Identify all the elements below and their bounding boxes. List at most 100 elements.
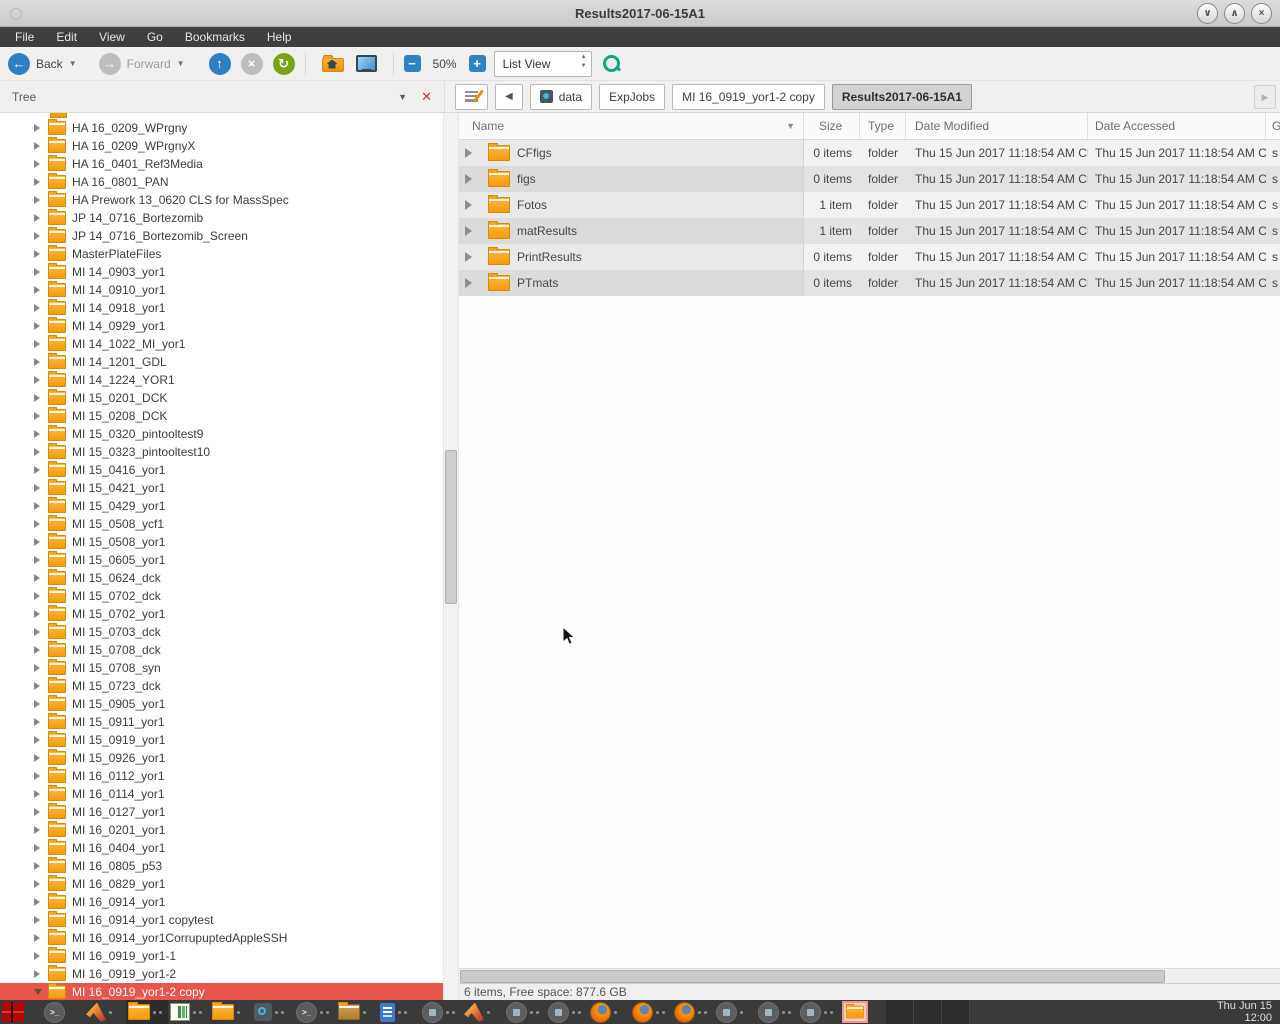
- tree-item[interactable]: MI 15_0429_yor1: [0, 497, 443, 515]
- tree-item[interactable]: MI 14_0918_yor1: [0, 299, 443, 317]
- tree-item[interactable]: MI 15_0323_pintooltest10: [0, 443, 443, 461]
- tree-item-selected[interactable]: MI 16_0919_yor1-2 copy: [0, 983, 443, 1001]
- expander-icon[interactable]: [34, 916, 42, 924]
- menu-item-view[interactable]: View: [88, 27, 136, 47]
- table-row[interactable]: Fotos1 itemfolderThu 15 Jun 2017 11:18:5…: [459, 192, 1280, 218]
- tree-item[interactable]: MI 16_0127_yor1: [0, 803, 443, 821]
- expander-icon[interactable]: [34, 862, 42, 870]
- expander-icon[interactable]: [34, 376, 42, 384]
- expander-icon[interactable]: [34, 232, 42, 240]
- taskbar-item[interactable]: [0, 1000, 42, 1024]
- taskbar-item[interactable]: [84, 1000, 126, 1024]
- menu-item-edit[interactable]: Edit: [45, 27, 88, 47]
- expander-icon[interactable]: [34, 160, 42, 168]
- desktop-button[interactable]: [356, 55, 377, 73]
- tree-scrollbar-thumb[interactable]: [445, 450, 457, 604]
- tree-item[interactable]: MI 15_0320_pintooltest9: [0, 425, 443, 443]
- taskbar-item[interactable]: [420, 1000, 462, 1024]
- taskbar-item[interactable]: [336, 1000, 378, 1024]
- zoom-out-button[interactable]: −: [404, 55, 421, 72]
- taskbar-item[interactable]: [630, 1000, 672, 1024]
- workspace-cell[interactable]: [886, 1000, 914, 1024]
- expander-icon[interactable]: [34, 952, 42, 960]
- tree-item[interactable]: MI 15_0416_yor1: [0, 461, 443, 479]
- back-button[interactable]: ←: [8, 53, 30, 75]
- tree-item[interactable]: MI 14_0929_yor1: [0, 317, 443, 335]
- expander-icon[interactable]: [34, 880, 42, 888]
- tree-item[interactable]: MI 15_0905_yor1: [0, 695, 443, 713]
- maximize-button[interactable]: ∧: [1224, 3, 1245, 24]
- tree-scrollbar[interactable]: [444, 113, 459, 1002]
- up-button[interactable]: ↑: [209, 53, 231, 75]
- tree-item[interactable]: MI 14_0903_yor1: [0, 263, 443, 281]
- tree-item[interactable]: HA 16_0209_WPrgnyX: [0, 137, 443, 155]
- expander-icon[interactable]: [34, 646, 42, 654]
- tree-item[interactable]: MI 16_0201_yor1: [0, 821, 443, 839]
- tree-item[interactable]: MI 15_0702_yor1: [0, 605, 443, 623]
- expander-icon[interactable]: [34, 394, 42, 402]
- expander-icon[interactable]: [34, 214, 42, 222]
- forward-label[interactable]: Forward: [127, 57, 171, 71]
- table-row[interactable]: matResults1 itemfolderThu 15 Jun 2017 11…: [459, 218, 1280, 244]
- expander-icon[interactable]: [34, 124, 42, 132]
- tree-item[interactable]: HA Prework 13_0620 CLS for MassSpec: [0, 191, 443, 209]
- expander-icon[interactable]: [34, 178, 42, 186]
- path-overflow-button[interactable]: ▶: [1254, 85, 1276, 109]
- table-row[interactable]: CFfigs0 itemsfolderThu 15 Jun 2017 11:18…: [459, 140, 1280, 166]
- tree-item[interactable]: MI 16_0914_yor1 copytest: [0, 911, 443, 929]
- expander-icon[interactable]: [34, 736, 42, 744]
- row-expander-icon[interactable]: [465, 278, 472, 288]
- tree-item[interactable]: MI 16_0114_yor1: [0, 785, 443, 803]
- taskbar-item[interactable]: [588, 1000, 630, 1024]
- tree-item[interactable]: MI 14_1224_YOR1: [0, 371, 443, 389]
- expander-icon[interactable]: [34, 844, 42, 852]
- forward-button[interactable]: →: [99, 53, 121, 75]
- expander-icon[interactable]: [34, 970, 42, 978]
- home-button[interactable]: [322, 56, 344, 72]
- expander-icon[interactable]: [34, 430, 42, 438]
- tree-item[interactable]: MasterPlateFiles: [0, 245, 443, 263]
- expander-icon[interactable]: [34, 682, 42, 690]
- taskbar-item[interactable]: [252, 1000, 294, 1024]
- menu-item-file[interactable]: File: [4, 27, 45, 47]
- forward-history-dropdown[interactable]: ▼: [177, 59, 185, 68]
- stop-button[interactable]: ×: [241, 53, 263, 75]
- expander-icon[interactable]: [34, 772, 42, 780]
- back-label[interactable]: Back: [36, 57, 63, 71]
- taskbar-item[interactable]: [756, 1000, 798, 1024]
- tree-item[interactable]: MI 15_0926_yor1: [0, 749, 443, 767]
- workspace-cell[interactable]: [914, 1000, 942, 1024]
- view-mode-select[interactable]: List View ▲▼: [494, 51, 592, 77]
- expander-icon[interactable]: [34, 520, 42, 528]
- expander-icon[interactable]: [34, 484, 42, 492]
- taskbar-item[interactable]: [210, 1000, 252, 1024]
- expander-icon[interactable]: [34, 250, 42, 258]
- taskbar-item[interactable]: [126, 1000, 168, 1024]
- taskbar-item[interactable]: [168, 1000, 210, 1024]
- tree-item[interactable]: JP 14_0716_Bortezomib: [0, 209, 443, 227]
- view-mode-spinner[interactable]: ▲▼: [573, 54, 587, 69]
- taskbar-item[interactable]: >_: [42, 1000, 84, 1024]
- tree-item[interactable]: HA 16_0801_PAN: [0, 173, 443, 191]
- tree-close-icon[interactable]: ✕: [421, 89, 432, 105]
- file-list-empty-area[interactable]: [459, 296, 1280, 968]
- expander-icon[interactable]: [34, 322, 42, 330]
- row-expander-icon[interactable]: [465, 174, 472, 184]
- expander-icon[interactable]: [34, 826, 42, 834]
- expander-icon[interactable]: [34, 142, 42, 150]
- horizontal-scrollbar-thumb[interactable]: [460, 970, 1165, 983]
- tree-options-dropdown-icon[interactable]: ▼: [398, 92, 407, 102]
- taskbar-item[interactable]: [714, 1000, 756, 1024]
- taskbar-item[interactable]: [546, 1000, 588, 1024]
- tree-item[interactable]: MI 15_0911_yor1: [0, 713, 443, 731]
- horizontal-scrollbar[interactable]: [459, 968, 1280, 983]
- tree-item[interactable]: MI 15_0605_yor1: [0, 551, 443, 569]
- expander-icon[interactable]: [34, 574, 42, 582]
- column-header-type[interactable]: Type: [860, 113, 906, 139]
- expander-icon[interactable]: [34, 934, 42, 942]
- expander-icon[interactable]: [34, 358, 42, 366]
- expander-icon[interactable]: [34, 502, 42, 510]
- expander-icon[interactable]: [34, 466, 42, 474]
- menu-item-help[interactable]: Help: [256, 27, 303, 47]
- expander-icon[interactable]: [34, 412, 42, 420]
